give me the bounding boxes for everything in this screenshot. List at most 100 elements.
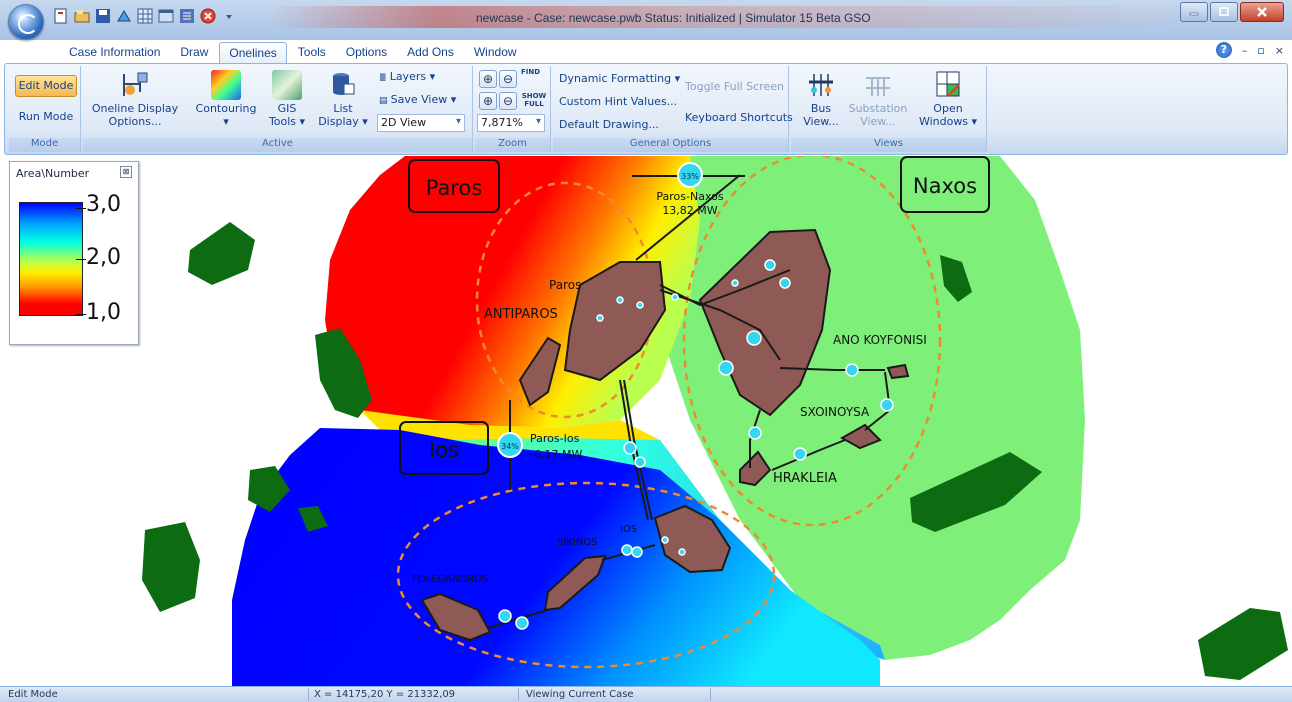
oneline-display-icon bbox=[120, 70, 150, 100]
paros-ios-name: Paros-Ios bbox=[530, 432, 580, 445]
find-button[interactable]: FIND bbox=[521, 68, 540, 76]
contour-map: 33% Paros-Naxos 13,82 MW 34% Paros-Ios 6… bbox=[142, 156, 1288, 686]
legend-title: Area\Number bbox=[16, 167, 90, 180]
database-icon bbox=[328, 70, 358, 100]
bus-view-label-1: Bus bbox=[810, 102, 832, 115]
group-label-mode: Mode bbox=[9, 138, 80, 152]
island-label-hrakleia: HRAKLEIA bbox=[773, 471, 837, 486]
tab-case-information[interactable]: Case Information bbox=[60, 42, 169, 64]
substation-view-button[interactable]: Substation View... bbox=[847, 70, 909, 128]
report-icon[interactable] bbox=[178, 7, 196, 25]
island-label-ios: IOS bbox=[620, 524, 637, 535]
landmass bbox=[188, 222, 255, 285]
custom-hint-values-button[interactable]: Custom Hint Values... bbox=[559, 95, 677, 108]
app-window: newcase - Case: newcase.pwb Status: Init… bbox=[0, 0, 1292, 702]
save-view-label: Save View ▾ bbox=[390, 93, 457, 106]
zoom-in-icon[interactable]: ⊕ bbox=[479, 92, 497, 110]
ribbon-tabs: Case Information Draw Onelines Tools Opt… bbox=[60, 42, 526, 64]
ribbon-minimize-button[interactable]: – bbox=[1242, 44, 1248, 57]
window-title: newcase - Case: newcase.pwb Status: Init… bbox=[476, 11, 871, 25]
oneline-canvas[interactable]: 33% Paros-Naxos 13,82 MW 34% Paros-Ios 6… bbox=[0, 156, 1292, 686]
quick-access-toolbar bbox=[52, 4, 238, 28]
layers-button[interactable]: ≣ Layers ▾ bbox=[379, 70, 435, 85]
run-mode-button[interactable]: Run Mode bbox=[15, 110, 77, 123]
status-separator bbox=[308, 688, 309, 701]
tab-onelines[interactable]: Onelines bbox=[219, 42, 287, 64]
new-case-icon[interactable] bbox=[52, 7, 70, 25]
substation-view-label-1: Substation bbox=[848, 102, 908, 115]
paros-naxos-pct: 33% bbox=[681, 172, 699, 181]
abort-icon[interactable] bbox=[199, 7, 217, 25]
paros-naxos-name: Paros-Naxos bbox=[656, 190, 723, 203]
save-view-button[interactable]: ▤ Save View ▾ bbox=[379, 93, 456, 108]
contouring-icon bbox=[211, 70, 241, 100]
contouring-button[interactable]: Contouring ▾ bbox=[195, 70, 257, 128]
status-mode: Edit Mode bbox=[8, 689, 58, 700]
substation-view-icon bbox=[863, 70, 893, 100]
legend-tick-max bbox=[76, 208, 86, 209]
legend-color-bar bbox=[19, 202, 83, 316]
group-mode: Edit Mode Run Mode Mode bbox=[9, 66, 81, 152]
oneline-display-options-button[interactable]: Oneline Display Options... bbox=[89, 70, 181, 128]
island-label-antiparos: ANTIPAROS bbox=[484, 307, 558, 322]
island-label-ano-koyfonisi: ANO KOYFONISI bbox=[833, 333, 927, 347]
minimize-button[interactable] bbox=[1180, 2, 1208, 22]
table-icon[interactable] bbox=[157, 7, 175, 25]
svg-text:Ios: Ios bbox=[429, 438, 459, 462]
help-icon[interactable]: ? bbox=[1215, 42, 1232, 58]
legend-value-max: 3,0 bbox=[86, 192, 121, 217]
svg-text:Paros: Paros bbox=[426, 176, 483, 200]
save-case-icon[interactable] bbox=[94, 7, 112, 25]
paros-ios-pct: 34% bbox=[501, 442, 519, 451]
open-windows-label-2: Windows ▾ bbox=[918, 115, 978, 128]
group-label-general-options: General Options bbox=[553, 138, 788, 152]
gis-label-2: Tools ▾ bbox=[268, 115, 306, 128]
status-separator bbox=[518, 688, 519, 701]
tab-tools[interactable]: Tools bbox=[289, 42, 335, 64]
ribbon-controls: ? – ▫ × bbox=[1215, 42, 1284, 58]
substation-view-label-2: View... bbox=[860, 115, 896, 128]
zoom-selection-icon[interactable]: ⊖ bbox=[499, 70, 517, 88]
default-drawing-button[interactable]: Default Drawing... bbox=[559, 118, 659, 131]
grid-icon[interactable] bbox=[136, 7, 154, 25]
show-full-button[interactable]: SHOW FULL bbox=[521, 92, 547, 108]
contour-legend[interactable]: Area\Number ⊠ 3,0 2,0 1,0 bbox=[9, 161, 139, 345]
island-label-paros: Paros bbox=[549, 278, 581, 292]
application-menu-button[interactable] bbox=[8, 4, 44, 40]
open-case-icon[interactable] bbox=[73, 7, 91, 25]
bus-view-button[interactable]: Bus View... bbox=[797, 70, 845, 128]
list-display-button[interactable]: List Display ▾ bbox=[315, 70, 371, 128]
oneline-display-label-2: Options... bbox=[108, 115, 162, 128]
solve-icon[interactable] bbox=[115, 7, 133, 25]
legend-value-min: 1,0 bbox=[86, 300, 121, 325]
ribbon: Edit Mode Run Mode Mode Oneline Display … bbox=[4, 63, 1288, 155]
open-windows-button[interactable]: Open Windows ▾ bbox=[917, 70, 979, 128]
keyboard-shortcuts-button[interactable]: Keyboard Shortcuts bbox=[685, 111, 793, 124]
koufonisi-island bbox=[886, 363, 910, 380]
edit-mode-button[interactable]: Edit Mode bbox=[15, 75, 77, 97]
zoom-out-icon[interactable]: ⊖ bbox=[499, 92, 517, 110]
ribbon-restore-button[interactable]: ▫ bbox=[1257, 44, 1264, 57]
dynamic-formatting-button[interactable]: Dynamic Formatting ▾ bbox=[559, 72, 680, 85]
customize-toolbar-icon[interactable] bbox=[220, 7, 238, 25]
landmass bbox=[1198, 608, 1288, 680]
tab-window[interactable]: Window bbox=[465, 42, 526, 64]
close-button[interactable] bbox=[1240, 2, 1284, 22]
island-label-sikinos: SIKINOS bbox=[557, 537, 598, 548]
zoom-area-icon[interactable]: ⊕ bbox=[479, 70, 497, 88]
tab-options[interactable]: Options bbox=[337, 42, 396, 64]
zoom-level-dropdown[interactable]: 7,871% bbox=[477, 114, 545, 132]
gis-tools-button[interactable]: GIS Tools ▾ bbox=[263, 70, 311, 128]
maximize-button[interactable] bbox=[1210, 2, 1238, 22]
open-windows-label-1: Open bbox=[933, 102, 963, 115]
view-mode-dropdown[interactable]: 2D View bbox=[377, 114, 465, 132]
toggle-full-screen-button[interactable]: Toggle Full Screen bbox=[685, 80, 784, 93]
tab-add-ons[interactable]: Add Ons bbox=[398, 42, 463, 64]
group-active: Oneline Display Options... Contouring ▾ … bbox=[83, 66, 473, 152]
ribbon-close-button[interactable]: × bbox=[1275, 44, 1284, 57]
group-label-views: Views bbox=[791, 138, 986, 152]
layers-label: Layers ▾ bbox=[389, 70, 436, 83]
island-label-sxoinoysa: SXOINOYSA bbox=[800, 405, 870, 419]
tab-draw[interactable]: Draw bbox=[171, 42, 217, 64]
legend-close-icon[interactable]: ⊠ bbox=[120, 166, 132, 178]
